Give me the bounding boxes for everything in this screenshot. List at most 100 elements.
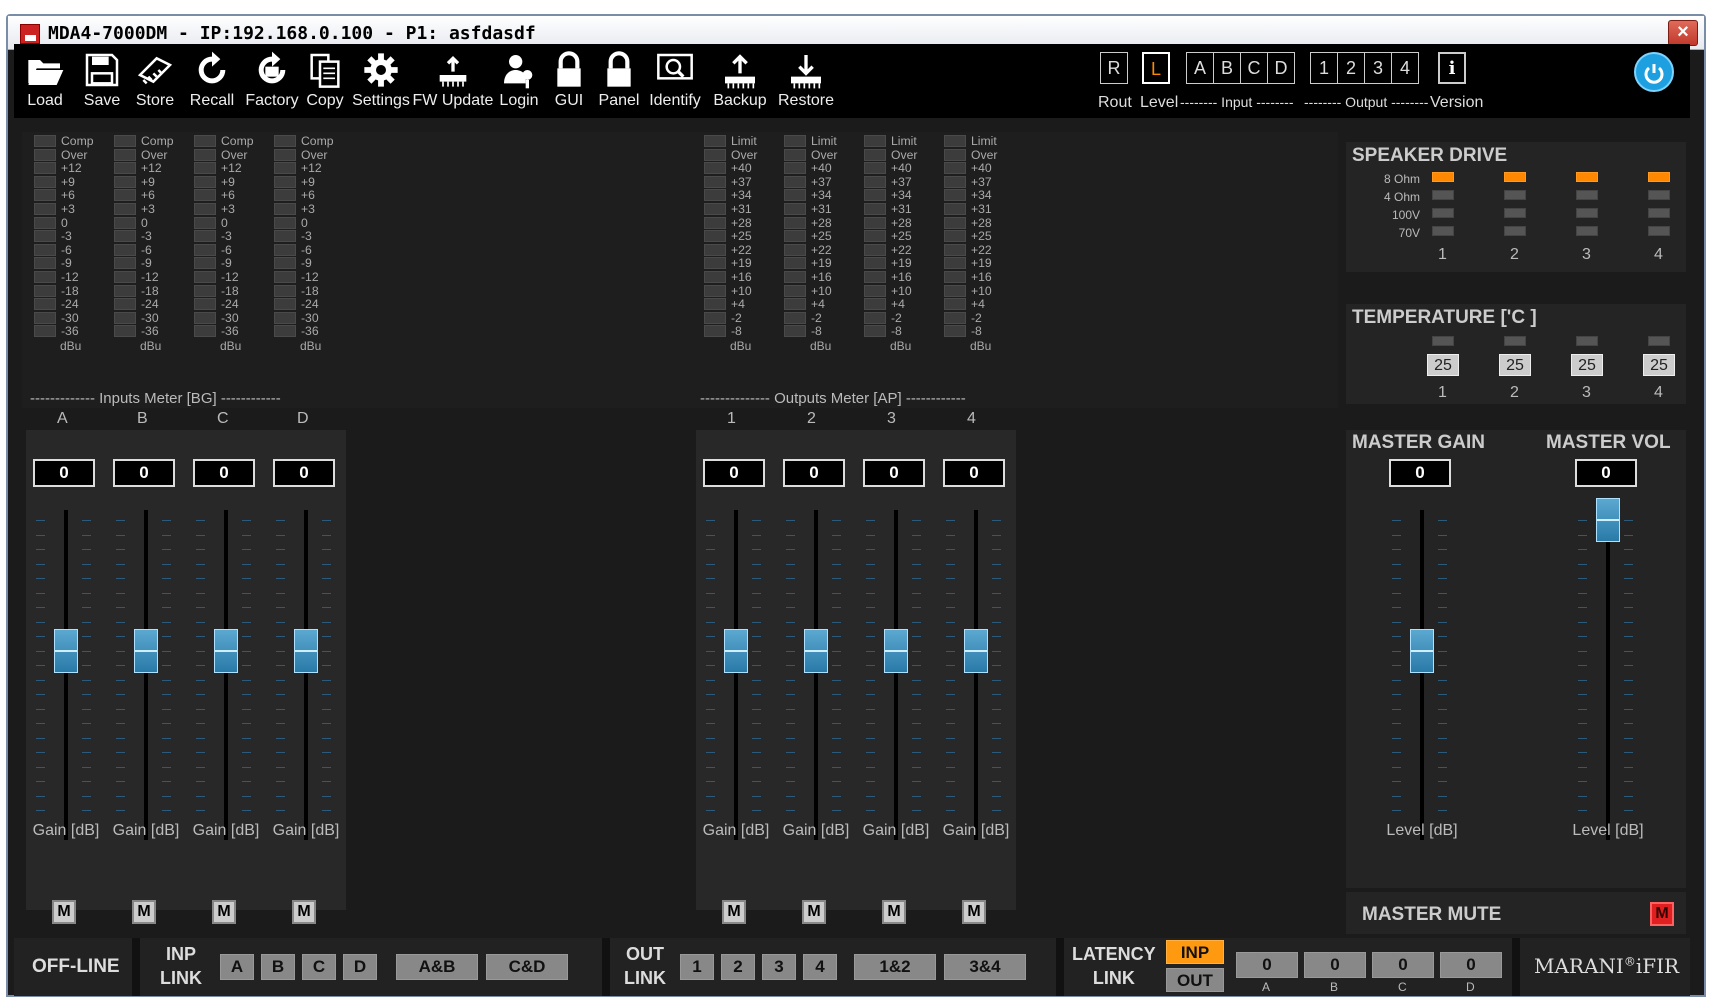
speaker-drive-led[interactable]: [1432, 172, 1454, 182]
speaker-drive-led[interactable]: [1504, 208, 1526, 218]
input-select-c[interactable]: C: [1240, 52, 1268, 84]
toolbar-load-button[interactable]: Load: [14, 44, 76, 118]
speaker-drive-led[interactable]: [1432, 226, 1454, 236]
toolbar-restore-button[interactable]: Restore: [774, 44, 838, 118]
toolbar-copy-button[interactable]: Copy: [300, 44, 350, 118]
speaker-drive-led[interactable]: [1648, 172, 1670, 182]
latency-out-button[interactable]: OUT: [1166, 968, 1224, 992]
output-select-3[interactable]: 3: [1364, 52, 1392, 84]
out-link-pair-button[interactable]: 1&2: [854, 954, 936, 980]
toolbar-backup-button[interactable]: Backup: [706, 44, 774, 118]
input-a-fader-knob[interactable]: [54, 628, 78, 673]
speaker-drive-led[interactable]: [1648, 208, 1670, 218]
input-c-gain-value[interactable]: 0: [193, 459, 255, 487]
output-2-fader-knob[interactable]: [804, 628, 828, 673]
output-1-mute-button[interactable]: M: [722, 900, 746, 924]
master-gain-value[interactable]: 0: [1389, 459, 1451, 487]
output-4-gain-value[interactable]: 0: [943, 459, 1005, 487]
out-link-3-button[interactable]: 3: [762, 954, 796, 980]
speaker-drive-led[interactable]: [1504, 190, 1526, 200]
input-b-mute-button[interactable]: M: [132, 900, 156, 924]
output-3-gain-value[interactable]: 0: [863, 459, 925, 487]
input-c-fader-knob[interactable]: [214, 628, 238, 673]
inp-link-pair-button[interactable]: C&D: [486, 954, 568, 980]
master-gain-knob[interactable]: [1410, 628, 1434, 673]
master-mute-button[interactable]: M: [1650, 902, 1674, 926]
output-4-mute-button[interactable]: M: [962, 900, 986, 924]
rout-toggle[interactable]: R: [1100, 52, 1128, 84]
speaker-drive-led[interactable]: [1576, 172, 1598, 182]
speaker-drive-led[interactable]: [1648, 190, 1670, 200]
toolbar-factory-button[interactable]: Factory: [242, 44, 302, 118]
input-d-fader[interactable]: 0 Gain [dB]: [266, 430, 346, 910]
close-button[interactable]: ×: [1668, 20, 1698, 46]
out-link-pair-button[interactable]: 3&4: [944, 954, 1026, 980]
level-toggle[interactable]: L: [1142, 52, 1170, 84]
speaker-drive-led[interactable]: [1648, 226, 1670, 236]
out-link-4-button[interactable]: 4: [803, 954, 837, 980]
output-1-fader-knob[interactable]: [724, 628, 748, 673]
out-link-2-button[interactable]: 2: [721, 954, 755, 980]
output-3-fader[interactable]: 0 Gain [dB]: [856, 430, 936, 910]
input-select-a[interactable]: A: [1186, 52, 1214, 84]
speaker-drive-led[interactable]: [1432, 208, 1454, 218]
latency-value[interactable]: 0: [1372, 952, 1434, 978]
out-link-1-button[interactable]: 1: [680, 954, 714, 980]
input-b-gain-value[interactable]: 0: [113, 459, 175, 487]
speaker-drive-led[interactable]: [1432, 190, 1454, 200]
version-button[interactable]: i: [1438, 52, 1466, 84]
toolbar-fw-update-button[interactable]: FW Update: [412, 44, 494, 118]
output-2-fader[interactable]: 0 Gain [dB]: [776, 430, 856, 910]
input-d-gain-value[interactable]: 0: [273, 459, 335, 487]
toolbar-gui-button[interactable]: GUI: [544, 44, 594, 118]
master-vol-value[interactable]: 0: [1575, 459, 1637, 487]
input-b-fader[interactable]: 0 Gain [dB]: [106, 430, 186, 910]
input-select-b[interactable]: B: [1213, 52, 1241, 84]
master-gain-fader[interactable]: 0 Level [dB]: [1382, 430, 1462, 910]
power-icon[interactable]: [1634, 52, 1674, 92]
speaker-drive-led[interactable]: [1576, 190, 1598, 200]
speaker-drive-led[interactable]: [1576, 208, 1598, 218]
inp-link-a-button[interactable]: A: [220, 954, 254, 980]
latency-value[interactable]: 0: [1236, 952, 1298, 978]
output-1-gain-value[interactable]: 0: [703, 459, 765, 487]
inp-link-b-button[interactable]: B: [261, 954, 295, 980]
toolbar-identify-button[interactable]: Identify: [644, 44, 706, 118]
output-select-2[interactable]: 2: [1337, 52, 1365, 84]
output-2-mute-button[interactable]: M: [802, 900, 826, 924]
output-2-gain-value[interactable]: 0: [783, 459, 845, 487]
toolbar-panel-button[interactable]: Panel: [594, 44, 644, 118]
input-select-d[interactable]: D: [1267, 52, 1295, 84]
inp-link-pair-button[interactable]: A&B: [396, 954, 478, 980]
inp-link-d-button[interactable]: D: [343, 954, 377, 980]
input-a-gain-value[interactable]: 0: [33, 459, 95, 487]
output-1-fader[interactable]: 0 Gain [dB]: [696, 430, 776, 910]
speaker-drive-led[interactable]: [1504, 226, 1526, 236]
input-d-fader-knob[interactable]: [294, 628, 318, 673]
toolbar-settings-button[interactable]: Settings: [350, 44, 412, 118]
input-c-mute-button[interactable]: M: [212, 900, 236, 924]
output-3-mute-button[interactable]: M: [882, 900, 906, 924]
toolbar-save-button[interactable]: Save: [76, 44, 128, 118]
speaker-drive-led[interactable]: [1504, 172, 1526, 182]
output-select-4[interactable]: 4: [1391, 52, 1419, 84]
output-3-fader-knob[interactable]: [884, 628, 908, 673]
master-vol-knob[interactable]: [1596, 498, 1620, 542]
input-d-mute-button[interactable]: M: [292, 900, 316, 924]
toolbar-store-button[interactable]: Store: [127, 44, 183, 118]
latency-inp-button[interactable]: INP: [1166, 940, 1224, 964]
input-a-mute-button[interactable]: M: [52, 900, 76, 924]
latency-value[interactable]: 0: [1304, 952, 1366, 978]
output-select-1[interactable]: 1: [1310, 52, 1338, 84]
output-4-fader[interactable]: 0 Gain [dB]: [936, 430, 1016, 910]
input-b-fader-knob[interactable]: [134, 628, 158, 673]
inp-link-c-button[interactable]: C: [302, 954, 336, 980]
master-vol-fader[interactable]: 0 Level [dB]: [1568, 430, 1648, 910]
toolbar-login-button[interactable]: Login: [494, 44, 544, 118]
input-a-fader[interactable]: 0 Gain [dB]: [26, 430, 106, 910]
speaker-drive-led[interactable]: [1576, 226, 1598, 236]
toolbar-recall-button[interactable]: Recall: [182, 44, 242, 118]
latency-value[interactable]: 0: [1440, 952, 1502, 978]
input-c-fader[interactable]: 0 Gain [dB]: [186, 430, 266, 910]
output-4-fader-knob[interactable]: [964, 628, 988, 673]
